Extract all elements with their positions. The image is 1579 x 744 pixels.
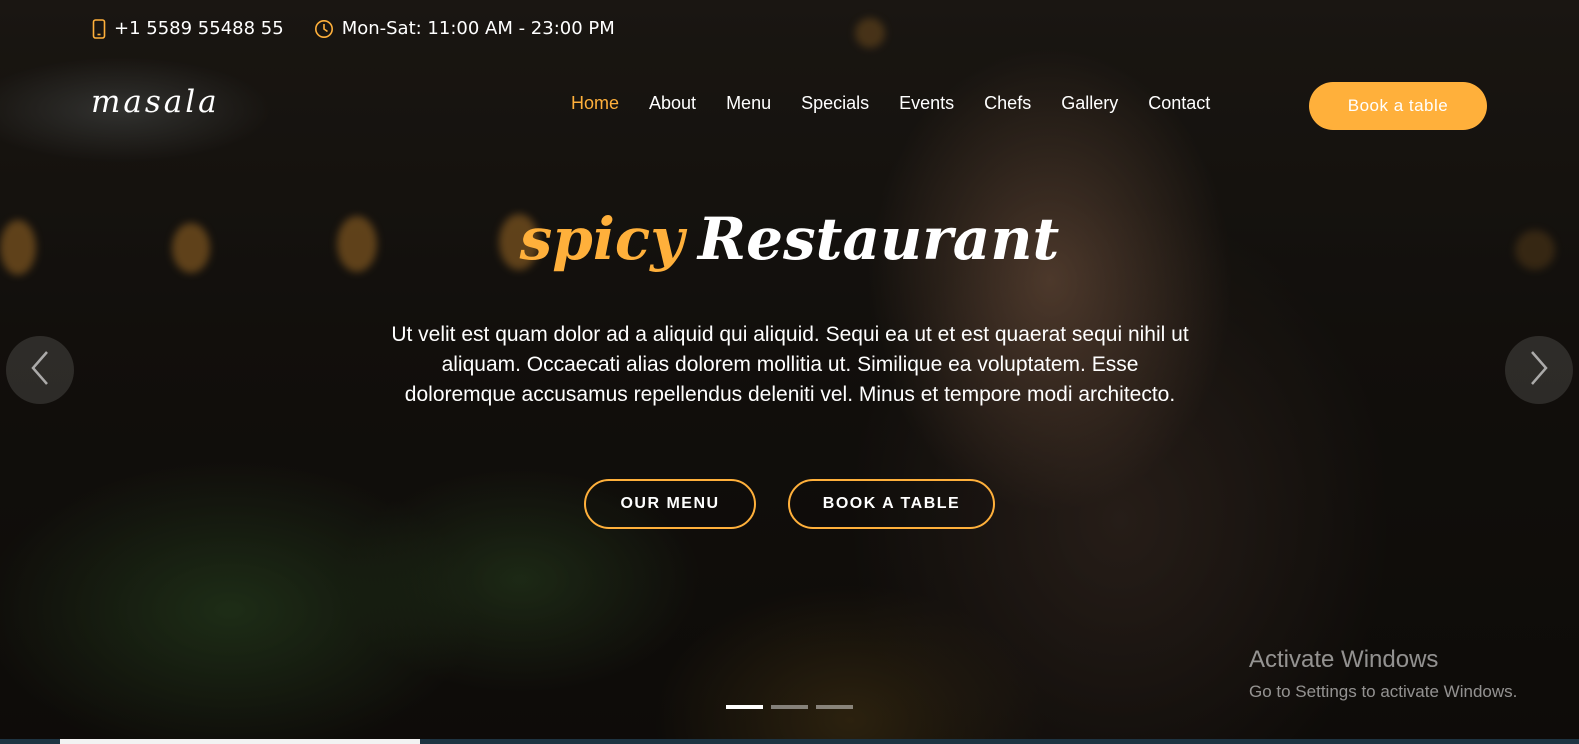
clock-icon <box>314 19 334 39</box>
watermark-subtitle: Go to Settings to activate Windows. <box>1249 682 1518 701</box>
nav-chefs[interactable]: Chefs <box>984 93 1031 114</box>
our-menu-button[interactable]: OUR MENU <box>584 479 756 529</box>
site-logo[interactable]: masala <box>91 84 220 120</box>
phone-icon <box>92 18 106 39</box>
book-a-table-button[interactable]: BOOK A TABLE <box>788 479 995 529</box>
nav-home[interactable]: Home <box>571 93 619 114</box>
hours-info: Mon-Sat: 11:00 AM - 23:00 PM <box>314 18 615 39</box>
nav-specials[interactable]: Specials <box>801 93 869 114</box>
hero-title: spicy Restaurant <box>0 205 1579 273</box>
phone-number: +1 5589 55488 55 <box>114 18 284 39</box>
carousel-indicator[interactable] <box>816 705 853 709</box>
hero-title-main: Restaurant <box>697 205 1060 273</box>
chevron-left-icon <box>29 350 51 390</box>
nav-events[interactable]: Events <box>899 93 954 114</box>
carousel-indicator[interactable] <box>771 705 808 709</box>
nav-gallery[interactable]: Gallery <box>1061 93 1118 114</box>
main-nav: Home About Menu Specials Events Chefs Ga… <box>571 93 1240 114</box>
windows-activation-watermark: Activate Windows Go to Settings to activ… <box>1249 646 1517 702</box>
taskbar-strip <box>0 739 1579 744</box>
hero-description: Ut velit est quam dolor ad a aliquid qui… <box>391 323 1189 406</box>
phone-info: +1 5589 55488 55 <box>92 18 284 39</box>
watermark-title: Activate Windows <box>1249 646 1439 673</box>
book-table-button[interactable]: Book a table <box>1309 82 1487 130</box>
taskbar-segment <box>60 739 420 744</box>
opening-hours: Mon-Sat: 11:00 AM - 23:00 PM <box>341 18 615 39</box>
nav-menu[interactable]: Menu <box>726 93 771 114</box>
carousel-indicator[interactable] <box>726 705 763 709</box>
carousel-prev-button[interactable] <box>6 336 74 404</box>
top-info-bar: +1 5589 55488 55 Mon-Sat: 11:00 AM - 23:… <box>92 18 615 39</box>
hero-section: +1 5589 55488 55 Mon-Sat: 11:00 AM - 23:… <box>0 0 1579 744</box>
nav-contact[interactable]: Contact <box>1148 93 1210 114</box>
hero-title-accent: spicy <box>519 205 684 273</box>
chevron-right-icon <box>1528 350 1550 390</box>
carousel-next-button[interactable] <box>1505 336 1573 404</box>
carousel-indicators <box>726 705 853 709</box>
nav-about[interactable]: About <box>649 93 696 114</box>
